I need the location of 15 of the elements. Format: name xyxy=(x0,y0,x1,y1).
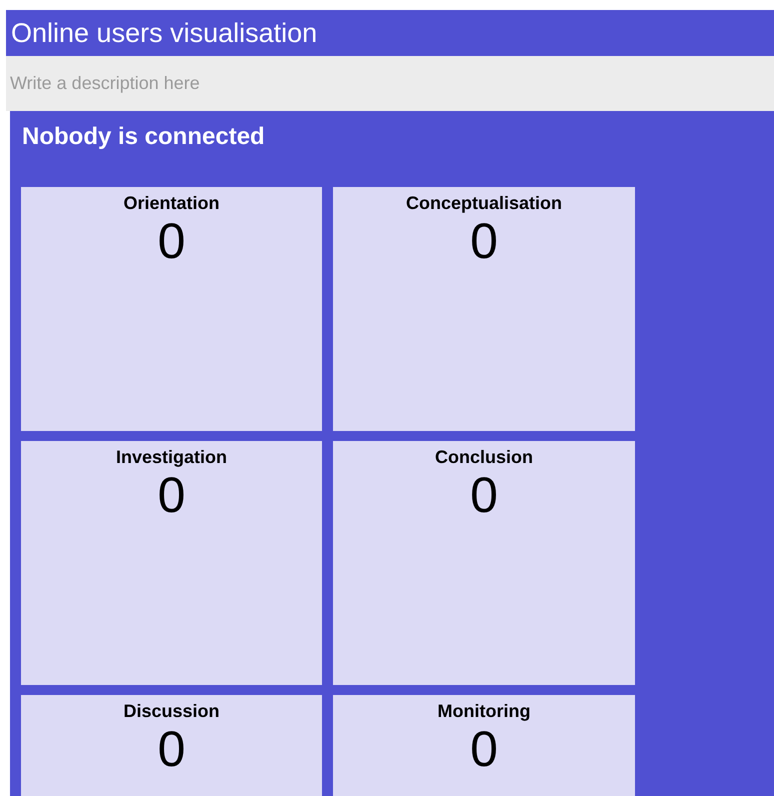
phase-label: Discussion xyxy=(123,700,220,722)
user-count: 0 xyxy=(158,722,186,776)
phase-label: Conclusion xyxy=(435,446,533,468)
window-title: Online users visualisation xyxy=(11,20,318,46)
phase-label: Monitoring xyxy=(438,700,530,722)
user-count: 0 xyxy=(158,214,186,268)
user-count: 0 xyxy=(470,722,498,776)
phase-label: Orientation xyxy=(123,192,220,214)
phase-label: Investigation xyxy=(116,446,227,468)
phase-label: Conceptualisation xyxy=(406,192,562,214)
status-heading: Nobody is connected xyxy=(21,122,266,152)
description-field[interactable]: Write a description here xyxy=(6,56,774,111)
user-count: 0 xyxy=(158,468,186,522)
user-count: 0 xyxy=(470,468,498,522)
user-count: 0 xyxy=(470,214,498,268)
